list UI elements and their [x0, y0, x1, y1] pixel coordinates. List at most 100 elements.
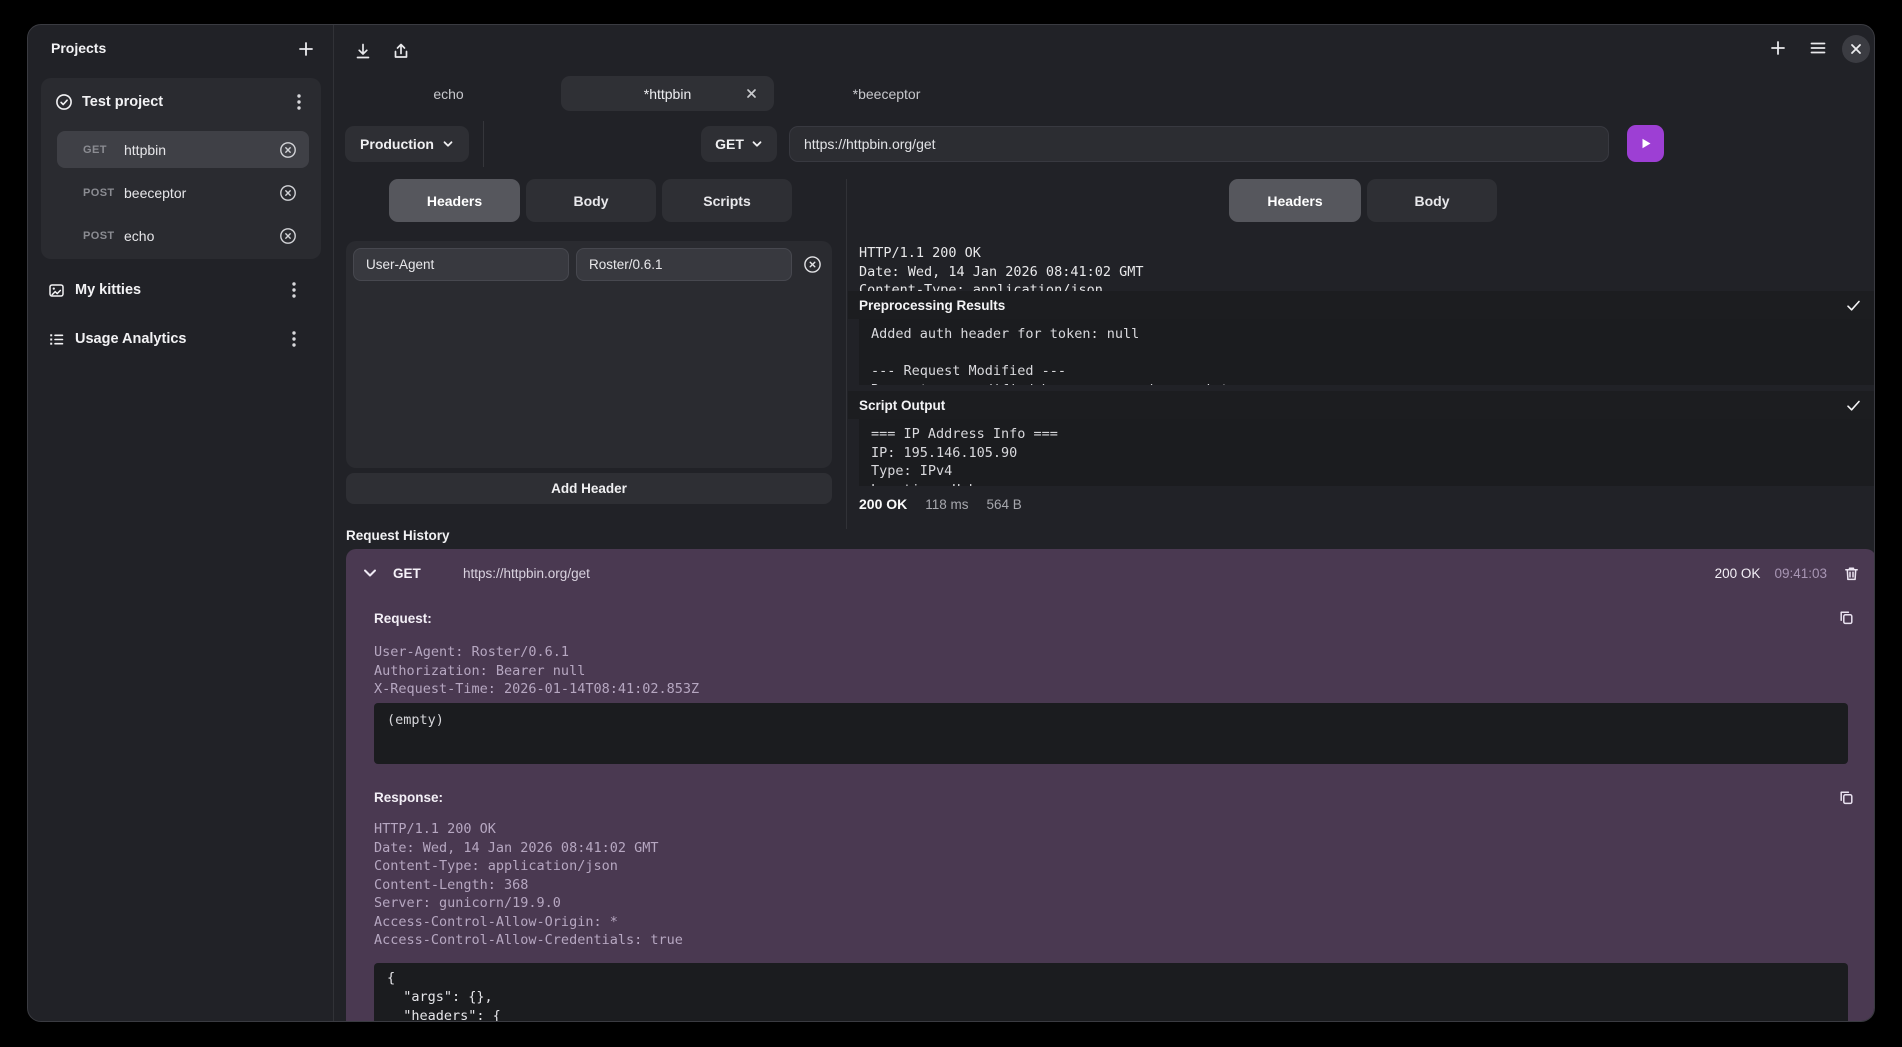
response-status-bar: 200 OK 118 ms 564 B: [859, 496, 1022, 512]
image-icon: [48, 282, 65, 299]
request-item-beeceptor[interactable]: POST beeceptor: [57, 174, 309, 211]
script-output-header: Script Output: [848, 391, 1875, 419]
plus-icon: [296, 39, 316, 59]
copy-response-button[interactable]: [1836, 787, 1856, 807]
header-value-input[interactable]: [576, 248, 792, 281]
request-item-httpbin[interactable]: GET httpbin: [57, 131, 309, 168]
tab-request-scripts[interactable]: Scripts: [662, 179, 792, 222]
tab-request-headers[interactable]: Headers: [389, 179, 520, 222]
import-button[interactable]: [350, 38, 376, 64]
kebab-menu-icon: [292, 331, 296, 347]
response-headers-preview[interactable]: HTTP/1.1 200 OK Date: Wed, 14 Jan 2026 0…: [859, 244, 1859, 293]
history-response-body[interactable]: { "args": {}, "headers": {: [374, 963, 1848, 1022]
request-method-badge: GET: [83, 144, 124, 156]
header-line: Access-Control-Allow-Credentials: true: [374, 931, 683, 950]
collection-menu-button[interactable]: [286, 329, 302, 349]
environment-label: Production: [360, 136, 434, 152]
remove-circle-icon: [279, 141, 297, 159]
console-line: Request was modified by preprocessing sc…: [871, 381, 1864, 386]
environment-dropdown[interactable]: Production: [345, 126, 469, 162]
remove-circle-icon: [279, 227, 297, 245]
trash-icon: [1843, 565, 1860, 582]
close-icon: [1850, 43, 1862, 55]
tab-echo[interactable]: echo: [342, 76, 555, 111]
add-project-button[interactable]: [292, 35, 320, 63]
window-close-button[interactable]: [1842, 35, 1870, 63]
tab-beeceptor[interactable]: *beeceptor: [780, 76, 993, 111]
chevron-down-icon[interactable]: [362, 565, 378, 581]
check-icon: [1845, 297, 1862, 314]
tab-label: Headers: [427, 193, 482, 209]
header-row: [353, 248, 825, 281]
response-section-label: Response:: [374, 790, 443, 805]
response-line: HTTP/1.1 200 OK: [859, 244, 1859, 263]
tab-response-body[interactable]: Body: [1367, 179, 1497, 222]
request-item-label: echo: [124, 228, 154, 244]
header-line: Content-Length: 368: [374, 876, 683, 895]
preprocessing-results-header: Preprocessing Results: [848, 291, 1875, 319]
header-line: Content-Type: application/json: [374, 857, 683, 876]
history-request-body[interactable]: (empty): [374, 703, 1848, 764]
add-header-button[interactable]: Add Header: [346, 473, 832, 504]
project-name: Test project: [82, 94, 282, 110]
header-key-input[interactable]: [353, 248, 569, 281]
header-line: Authorization: Bearer null: [374, 662, 699, 681]
delete-history-button[interactable]: [1843, 565, 1860, 582]
status-duration: 118 ms: [925, 497, 968, 512]
method-dropdown[interactable]: GET: [701, 126, 777, 162]
tab-httpbin[interactable]: *httpbin: [561, 76, 774, 111]
console-line: --- Request Modified ---: [871, 362, 1864, 381]
history-url: https://httpbin.org/get: [463, 566, 590, 581]
remove-circle-icon: [279, 184, 297, 202]
download-icon: [353, 41, 373, 61]
sidebar-item-usage-analytics[interactable]: Usage Analytics: [48, 327, 302, 351]
copy-icon: [1838, 789, 1855, 806]
tab-request-body[interactable]: Body: [526, 179, 656, 222]
app-window: Projects Test project GET httpbin: [27, 24, 1875, 1022]
collection-label: My kitties: [75, 282, 276, 298]
method-label: GET: [715, 136, 744, 152]
header-line: HTTP/1.1 200 OK: [374, 820, 683, 839]
history-request-headers: User-Agent: Roster/0.6.1 Authorization: …: [374, 643, 699, 699]
remove-request-button[interactable]: [279, 141, 297, 159]
tab-response-headers[interactable]: Headers: [1229, 179, 1361, 222]
close-tab-button[interactable]: [743, 85, 760, 102]
list-icon: [48, 331, 65, 348]
request-item-echo[interactable]: POST echo: [57, 217, 309, 254]
project-group: Test project GET httpbin POST bee: [41, 78, 321, 259]
project-menu-button[interactable]: [291, 92, 307, 112]
chevron-down-icon: [751, 138, 763, 150]
copy-icon: [1838, 609, 1855, 626]
request-method-badge: POST: [83, 230, 124, 242]
remove-header-button[interactable]: [799, 255, 825, 274]
header-line: User-Agent: Roster/0.6.1: [374, 643, 699, 662]
console-line: Location: Unknown: [871, 481, 1864, 487]
history-response-headers: HTTP/1.1 200 OK Date: Wed, 14 Jan 2026 0…: [374, 820, 683, 950]
status-code: 200 OK: [859, 496, 907, 512]
collection-menu-button[interactable]: [286, 280, 302, 300]
sidebar: Projects Test project GET httpbin: [28, 25, 334, 1021]
header-line: Date: Wed, 14 Jan 2026 08:41:02 GMT: [374, 839, 683, 858]
send-request-button[interactable]: [1627, 125, 1664, 162]
url-input[interactable]: [789, 126, 1609, 162]
body-line: "headers": {: [387, 1007, 1835, 1022]
app-menu-button[interactable]: [1805, 35, 1831, 61]
tab-label: Headers: [1267, 193, 1322, 209]
sidebar-item-my-kitties[interactable]: My kitties: [48, 278, 302, 302]
request-item-label: beeceptor: [124, 185, 186, 201]
project-header[interactable]: Test project: [55, 91, 307, 113]
history-entry: GET https://httpbin.org/get 200 OK 09:41…: [346, 549, 1875, 1022]
export-button[interactable]: [388, 38, 414, 64]
preprocessing-output[interactable]: Added auth header for token: null --- Re…: [859, 319, 1875, 385]
history-method: GET: [393, 566, 433, 581]
copy-request-button[interactable]: [1836, 607, 1856, 627]
headers-editor: [346, 241, 832, 468]
chevron-down-icon: [442, 138, 454, 150]
script-output[interactable]: === IP Address Info === IP: 195.146.105.…: [859, 419, 1875, 486]
remove-request-button[interactable]: [279, 227, 297, 245]
remove-request-button[interactable]: [279, 184, 297, 202]
console-line: === IP Address Info ===: [871, 425, 1864, 444]
history-entry-header[interactable]: GET https://httpbin.org/get 200 OK 09:41…: [362, 561, 1860, 585]
new-tab-button[interactable]: [1765, 35, 1791, 61]
status-size: 564 B: [987, 497, 1022, 512]
